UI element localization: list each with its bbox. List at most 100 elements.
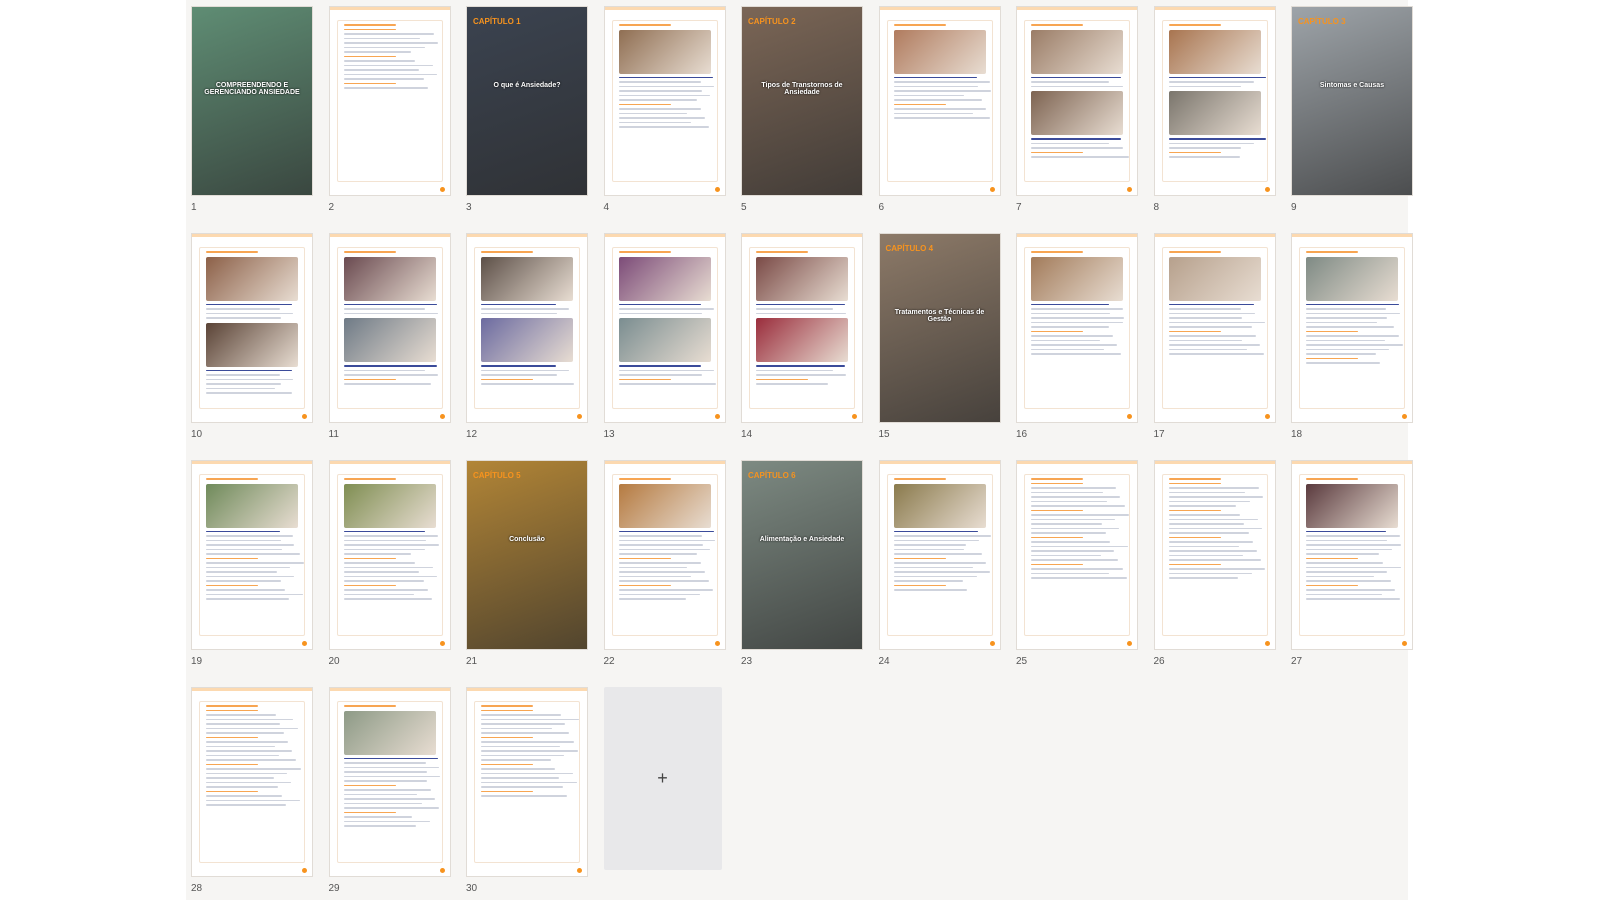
text-line (1306, 562, 1383, 564)
heading-line (893, 478, 946, 480)
page-thumbnail[interactable] (1291, 460, 1413, 650)
page-number-dot (1127, 641, 1132, 646)
text-line (1031, 500, 1107, 502)
page-thumbnail[interactable]: CAPÍTULO 6 Alimentação e Ansiedade (741, 460, 863, 650)
page-thumbnail[interactable] (1016, 460, 1138, 650)
heading-line (1168, 251, 1221, 253)
text-line (206, 772, 288, 774)
text-line (343, 46, 425, 48)
page-thumbnail-cell: 17 (1153, 233, 1276, 460)
page-thumbnail[interactable] (1153, 233, 1276, 423)
text-line (481, 378, 533, 380)
heading-line (618, 24, 671, 26)
page-thumbnail[interactable] (466, 687, 588, 877)
page-thumbnail[interactable] (191, 460, 313, 650)
page-thumbnail[interactable] (603, 6, 726, 196)
text-line (1168, 330, 1221, 332)
text-line (1031, 482, 1083, 484)
cover-chapter-label: CAPÍTULO 2 (748, 17, 796, 26)
text-line (618, 365, 701, 367)
page-thumbnail-cell: CAPÍTULO 2 Tipos de Transtornos de Ansied… (741, 6, 863, 233)
text-line (1031, 303, 1109, 305)
page-thumbnail[interactable] (328, 460, 451, 650)
page-image (756, 318, 848, 362)
text-line (343, 383, 431, 385)
text-line (618, 598, 687, 600)
text-line (1168, 339, 1243, 341)
text-line (893, 571, 991, 573)
page-thumbnail[interactable] (603, 233, 726, 423)
page-thumbnail[interactable] (1153, 460, 1276, 650)
page-thumbnail[interactable] (328, 233, 451, 423)
text-line (481, 308, 570, 310)
page-image (481, 318, 573, 362)
page-thumbnail[interactable]: CAPÍTULO 4 Tratamentos e Técnicas de Gest… (878, 233, 1001, 423)
page-content (886, 20, 993, 182)
heading-line (1031, 24, 1083, 26)
text-line (206, 575, 295, 577)
text-line (343, 780, 427, 782)
page-thumbnail[interactable] (1016, 6, 1138, 196)
text-line (343, 28, 396, 30)
page-thumbnail[interactable] (328, 6, 451, 196)
text-line (618, 94, 711, 96)
text-line (343, 793, 418, 795)
page-thumbnail[interactable]: CAPÍTULO 1 O que é Ansiedade? (466, 6, 588, 196)
page-thumbnail-cell: 25 (1016, 460, 1138, 687)
page-thumbnail[interactable]: CAPÍTULO 3 Sintomas e Causas (1291, 6, 1413, 196)
text-line (618, 85, 715, 87)
page-thumbnail[interactable] (878, 6, 1001, 196)
text-line (1031, 142, 1109, 144)
page-number: 17 (1153, 429, 1165, 440)
text-line (1306, 339, 1386, 341)
text-line (1168, 335, 1256, 337)
page-thumbnail[interactable] (878, 460, 1001, 650)
page-thumbnail[interactable]: COMPREENDENDO E GERENCIANDO ANSIEDADE (191, 6, 313, 196)
text-line (1168, 527, 1263, 529)
text-line (1168, 500, 1250, 502)
text-line (1168, 505, 1237, 507)
text-line (618, 584, 671, 586)
page-thumbnail[interactable] (1291, 233, 1413, 423)
text-line (343, 566, 433, 568)
page-image (756, 256, 848, 301)
page-thumbnail[interactable]: CAPÍTULO 2 Tipos de Transtornos de Ansied… (741, 6, 863, 196)
page-image (343, 483, 436, 528)
page-thumbnail[interactable] (741, 233, 863, 423)
page-thumbnail-grid: COMPREENDENDO E GERENCIANDO ANSIEDADE 1 2 C… (191, 6, 1413, 914)
text-line (893, 112, 973, 114)
text-line (206, 786, 278, 788)
text-line (1168, 541, 1253, 543)
page-number-dot (714, 187, 720, 192)
page-thumbnail[interactable] (191, 233, 313, 423)
add-page-button[interactable]: + (603, 687, 722, 870)
text-line (1031, 559, 1119, 561)
page-thumbnail[interactable] (328, 687, 451, 877)
text-line (206, 589, 286, 591)
text-line (343, 535, 439, 537)
text-line (1306, 566, 1401, 568)
text-line (756, 374, 847, 376)
page-thumbnail[interactable] (1153, 6, 1276, 196)
page-thumbnail[interactable]: CAPÍTULO 5 Conclusão (466, 460, 588, 650)
text-line (1031, 527, 1120, 529)
text-line (206, 709, 258, 711)
text-line (206, 308, 280, 310)
page-thumbnail[interactable] (191, 687, 313, 877)
page-thumbnail[interactable] (1016, 233, 1138, 423)
text-line (343, 64, 433, 66)
text-line (481, 759, 551, 761)
page-image (618, 29, 711, 74)
heading-line (343, 478, 396, 480)
heading-line (1306, 251, 1358, 253)
heading-line (618, 478, 671, 480)
cover-chapter-label: CAPÍTULO 5 (473, 471, 521, 480)
page-number: 21 (466, 656, 478, 667)
text-line (618, 571, 705, 573)
text-line (206, 732, 284, 734)
heading-line (343, 24, 396, 26)
text-line (206, 535, 294, 537)
page-thumbnail[interactable] (466, 233, 588, 423)
page-number: 8 (1153, 202, 1160, 213)
page-thumbnail[interactable] (603, 460, 726, 650)
